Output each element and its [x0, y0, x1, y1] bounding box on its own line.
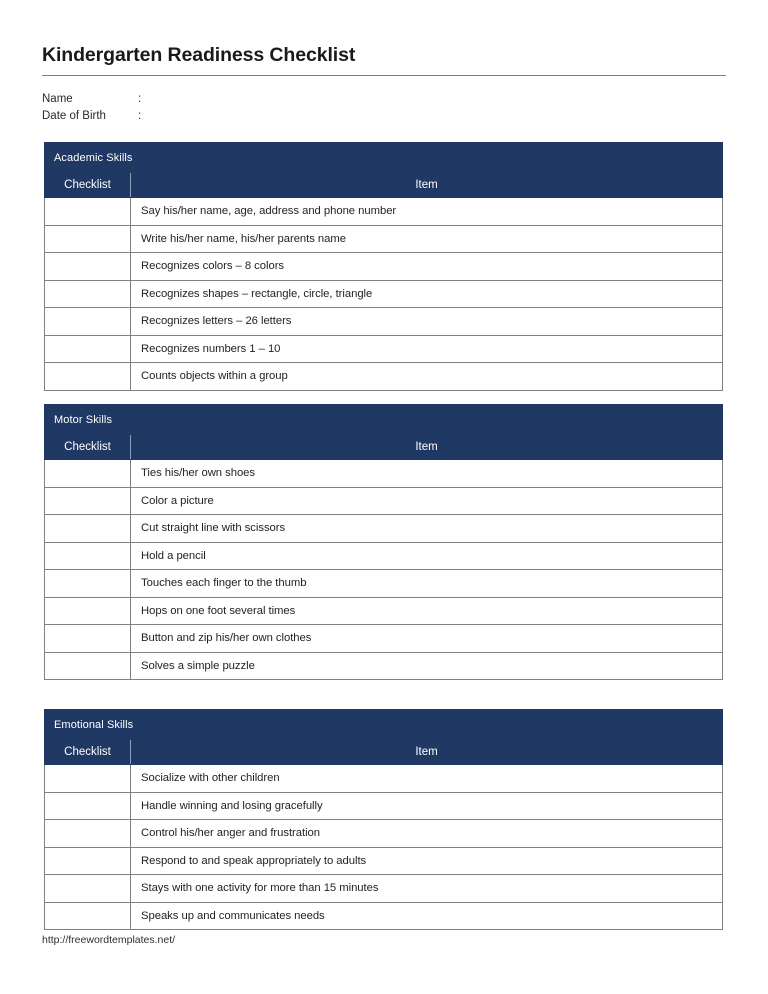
table-row: Hops on one foot several times: [44, 596, 724, 625]
table-row: Ties his/her own shoes: [44, 459, 724, 488]
checklist-checkbox-cell[interactable]: [44, 846, 131, 875]
table-row: Recognizes colors – 8 colors: [44, 252, 723, 281]
student-info-block: Name : Date of Birth :: [42, 90, 328, 124]
section-title-motor-skills: Motor Skills: [43, 404, 724, 435]
table-row: Solves a simple puzzle: [44, 651, 724, 680]
checklist-checkbox-cell[interactable]: [44, 252, 131, 281]
checklist-item-label: Write his/her name, his/her parents name: [130, 224, 723, 253]
skill-table-academic-skills: Academic Skills Checklist Item Say his/her …: [44, 142, 723, 391]
checklist-checkbox-cell[interactable]: [44, 764, 131, 793]
checklist-checkbox-cell[interactable]: [44, 791, 131, 820]
table-row: Socialize with other children: [44, 764, 723, 793]
column-header-row: Checklist Item: [44, 434, 724, 460]
table-row: Stays with one activity for more than 15…: [44, 874, 723, 903]
checklist-checkbox-cell[interactable]: [44, 362, 131, 391]
section-title-academic-skills: Academic Skills: [44, 142, 723, 173]
checklist-item-label: Speaks up and communicates needs: [130, 901, 723, 930]
name-label: Name: [42, 93, 73, 105]
checklist-checkbox-cell[interactable]: [44, 334, 131, 363]
checklist-item-label: Stays with one activity for more than 15…: [130, 874, 723, 903]
checklist-checkbox-cell[interactable]: [44, 224, 131, 253]
column-header-item: Item: [130, 739, 723, 765]
table-row: Button and zip his/her own clothes: [44, 624, 724, 653]
date-of-birth-colon: :: [138, 110, 142, 122]
checklist-checkbox-cell[interactable]: [44, 901, 131, 930]
checklist-item-label: Ties his/her own shoes: [129, 459, 724, 488]
column-header-row: Checklist Item: [44, 172, 723, 198]
checklist-item-label: Socialize with other children: [130, 764, 723, 793]
checklist-checkbox-cell[interactable]: [44, 651, 131, 680]
checklist-checkbox-cell[interactable]: [44, 819, 131, 848]
checklist-item-label: Control his/her anger and frustration: [130, 819, 723, 848]
footer-source-url[interactable]: http://freewordtemplates.net/: [42, 934, 175, 946]
skill-table-emotional-skills: Emotional Skills Checklist Item Socialize w…: [44, 709, 723, 930]
section-header-row: Motor Skills: [43, 404, 724, 435]
checklist-checkbox-cell[interactable]: [44, 486, 131, 515]
checklist-checkbox-cell[interactable]: [44, 569, 131, 598]
checklist-item-label: Say his/her name, age, address and phone…: [130, 197, 723, 226]
column-header-checklist: Checklist: [44, 434, 131, 460]
checklist-item-label: Solves a simple puzzle: [129, 651, 724, 680]
table-row: Handle winning and losing gracefully: [44, 791, 723, 820]
checklist-item-label: Hold a pencil: [129, 541, 724, 570]
checklist-checkbox-cell[interactable]: [44, 279, 131, 308]
document-page: Kindergarten Readiness Checklist Name : …: [0, 0, 768, 994]
section-title-emotional-skills: Emotional Skills: [44, 709, 723, 740]
table-row: Color a picture: [44, 486, 724, 515]
checklist-item-label: Handle winning and losing gracefully: [130, 791, 723, 820]
checklist-checkbox-cell[interactable]: [44, 459, 131, 488]
skill-table-motor-skills: Motor Skills Checklist Item Ties his/her ow…: [43, 404, 724, 680]
column-header-item: Item: [130, 172, 723, 198]
column-header-checklist: Checklist: [44, 172, 131, 198]
checklist-item-label: Recognizes numbers 1 – 10: [130, 334, 723, 363]
date-of-birth-field-row: Date of Birth :: [42, 107, 328, 124]
date-of-birth-input[interactable]: [148, 107, 328, 119]
column-header-checklist: Checklist: [44, 739, 131, 765]
table-row: Cut straight line with scissors: [44, 514, 724, 543]
checklist-checkbox-cell[interactable]: [44, 197, 131, 226]
date-of-birth-label: Date of Birth: [42, 110, 106, 122]
checklist-item-label: Touches each finger to the thumb: [129, 569, 724, 598]
table-row: Counts objects within a group: [44, 362, 723, 391]
checklist-item-label: Hops on one foot several times: [129, 596, 724, 625]
checklist-checkbox-cell[interactable]: [44, 874, 131, 903]
checklist-checkbox-cell[interactable]: [44, 307, 131, 336]
table-row: Touches each finger to the thumb: [44, 569, 724, 598]
checklist-item-label: Counts objects within a group: [130, 362, 723, 391]
table-row: Hold a pencil: [44, 541, 724, 570]
checklist-item-label: Recognizes colors – 8 colors: [130, 252, 723, 281]
name-input[interactable]: [148, 90, 328, 102]
table-row: Recognizes letters – 26 letters: [44, 307, 723, 336]
checklist-item-label: Recognizes shapes – rectangle, circle, t…: [130, 279, 723, 308]
checklist-checkbox-cell[interactable]: [44, 596, 131, 625]
column-header-item: Item: [129, 434, 724, 460]
section-header-row: Emotional Skills: [44, 709, 723, 740]
name-colon: :: [138, 93, 142, 105]
table-row: Say his/her name, age, address and phone…: [44, 197, 723, 226]
section-header-row: Academic Skills: [44, 142, 723, 173]
name-field-row: Name :: [42, 90, 328, 107]
table-row: Recognizes numbers 1 – 10: [44, 334, 723, 363]
column-header-row: Checklist Item: [44, 739, 723, 765]
checklist-item-label: Recognizes letters – 26 letters: [130, 307, 723, 336]
checklist-checkbox-cell[interactable]: [44, 624, 131, 653]
table-row: Write his/her name, his/her parents name: [44, 224, 723, 253]
title-divider: [42, 75, 726, 76]
checklist-item-label: Respond to and speak appropriately to ad…: [130, 846, 723, 875]
checklist-item-label: Color a picture: [129, 486, 724, 515]
table-row: Speaks up and communicates needs: [44, 901, 723, 930]
checklist-checkbox-cell[interactable]: [44, 541, 131, 570]
table-row: Respond to and speak appropriately to ad…: [44, 846, 723, 875]
checklist-item-label: Button and zip his/her own clothes: [129, 624, 724, 653]
checklist-item-label: Cut straight line with scissors: [129, 514, 724, 543]
table-row: Recognizes shapes – rectangle, circle, t…: [44, 279, 723, 308]
checklist-checkbox-cell[interactable]: [44, 514, 131, 543]
table-row: Control his/her anger and frustration: [44, 819, 723, 848]
page-title: Kindergarten Readiness Checklist: [42, 44, 356, 66]
